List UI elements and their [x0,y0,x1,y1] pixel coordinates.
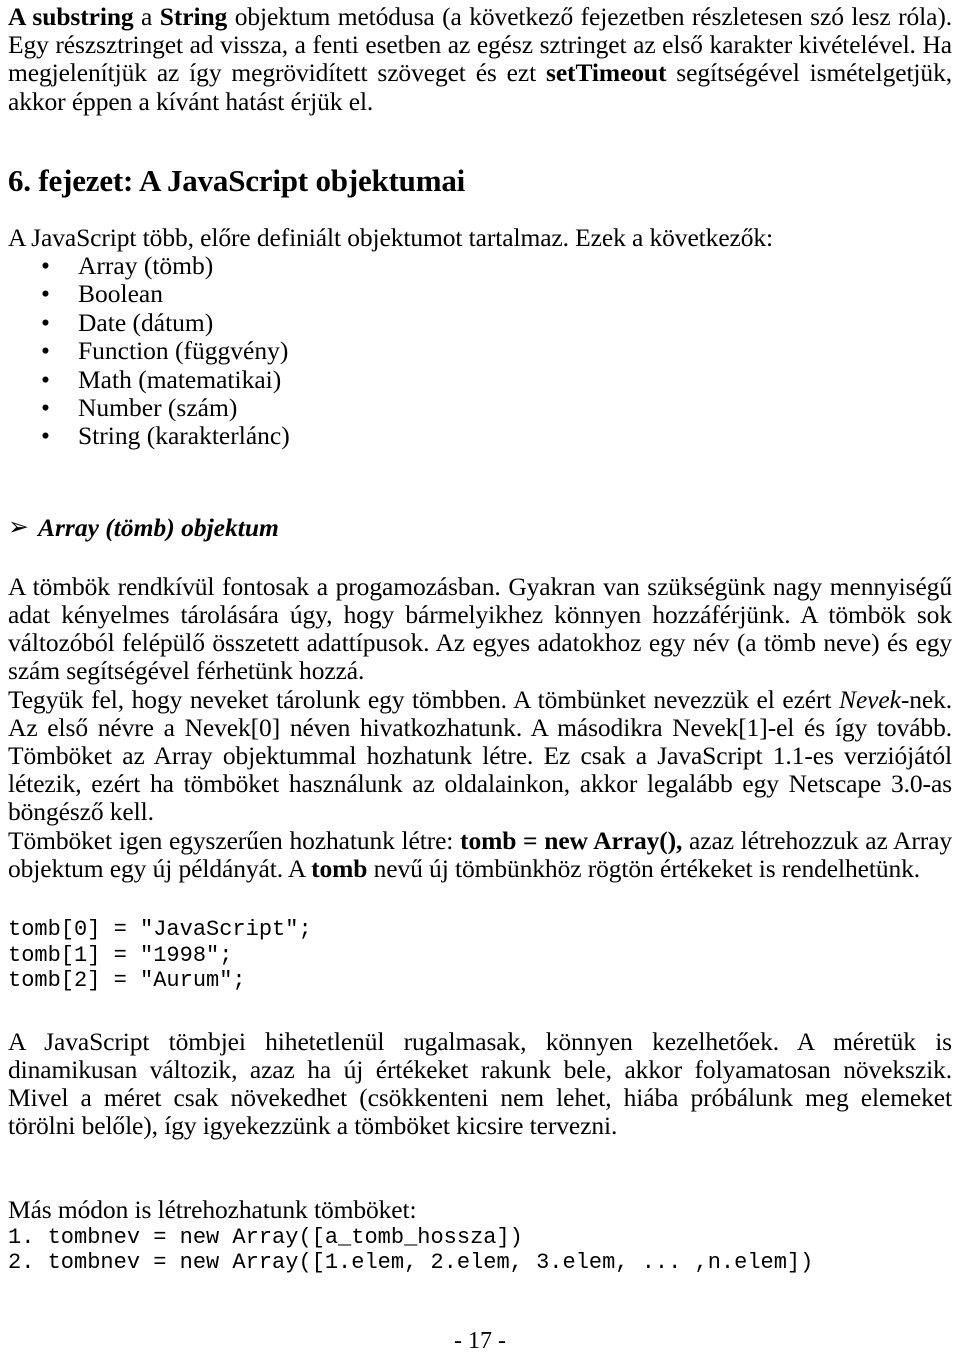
new-array-snippet: tomb = new Array(), [460,825,683,855]
code-block-assignments: tomb[0] = "JavaScript"; tomb[1] = "1998"… [8,917,312,994]
list-item: • Math (matematikai) [8,364,952,394]
list-item-label: Math (matematikai) [78,364,282,394]
bullet-icon: • [41,307,50,337]
list-item-label: Boolean [78,279,163,309]
list-item-label: Number (szám) [78,393,238,423]
array-paragraph-1: A tömbök rendkívül fontosak a progamozás… [8,571,952,686]
list-item-label: Array (tömb) [78,251,214,281]
list-item-label: Date (dátum) [78,307,214,337]
intro-paragraph: A substring a String objektum metódusa (… [8,2,952,116]
array-p2-text-a: Tegyük fel, hogy neveket tárolunk egy tö… [8,684,840,714]
bullet-icon: • [41,393,50,423]
bullet-icon: • [41,251,50,281]
list-item: • Boolean [8,279,952,309]
intro-text-1: a [133,2,160,31]
page-content: A substring a String objektum metódusa (… [8,0,952,1276]
chapter-lead-in: A JavaScript több, előre definiált objek… [8,222,774,252]
list-item: • String (karakterlánc) [8,421,952,451]
list-item-label: String (karakterlánc) [78,421,290,451]
predefined-objects-list: • Array (tömb) • Boolean • Date (dátum) • Fu… [8,251,952,451]
bullet-icon: • [41,421,50,451]
spacer-after-array-heading [8,543,952,573]
array-p3-text-c: nevű új tömbünkhöz rögtön értékeket is r… [367,853,921,883]
list-item: • Date (dátum) [8,307,952,337]
list-item: • Array (tömb) [8,251,952,281]
spacer-before-para-5 [8,1140,952,1196]
bullet-icon: • [41,279,50,309]
spacer-before-code-1 [8,883,952,917]
spacer-after-code-1 [8,994,952,1028]
chapter-heading: 6. fejezet: A JavaScript objektumai [8,162,466,198]
bullet-icon: • [41,364,50,394]
array-paragraph-3: Tömböket igen egyszerűen hozhatunk létre… [8,825,952,883]
array-paragraph-2: Tegyük fel, hogy neveket tárolunk egy tö… [8,684,952,827]
spacer-before-chapter [8,116,952,164]
list-item-label: Function (függvény) [78,336,289,366]
tomb-keyword: tomb [311,853,368,883]
spacer-after-chapter [8,198,952,224]
arrow-bullet-icon: ➢ [8,511,29,541]
array-paragraph-5: Más módon is létrehozhatunk tömböket: [8,1195,417,1225]
array-paragraph-4: A JavaScript tömbjei hihetetlenül rugalm… [8,1026,952,1141]
code-block-constructors: 1. tombnev = new Array([a_tomb_hossza]) … [8,1224,814,1276]
array-section-heading: ➢ Array (tömb) objektum [8,511,952,543]
spacer-before-array-heading [8,451,952,513]
settimeout-keyword: setTimeout [546,58,667,88]
array-p3-text-a: Tömböket igen egyszerűen hozhatunk létre… [8,825,461,855]
substring-keyword: substring [32,2,134,31]
list-item: • Number (szám) [8,393,952,423]
list-item: • Function (függvény) [8,336,952,366]
page-number-footer: - 17 - [454,1328,506,1354]
string-keyword: String [159,2,228,31]
bullet-icon: • [41,336,50,366]
intro-lead-a: A [8,2,33,31]
array-section-heading-label: Array (tömb) objektum [38,512,279,542]
document-page: A substring a String objektum metódusa (… [0,0,960,1364]
nevek-italic: Nevek [839,684,901,714]
